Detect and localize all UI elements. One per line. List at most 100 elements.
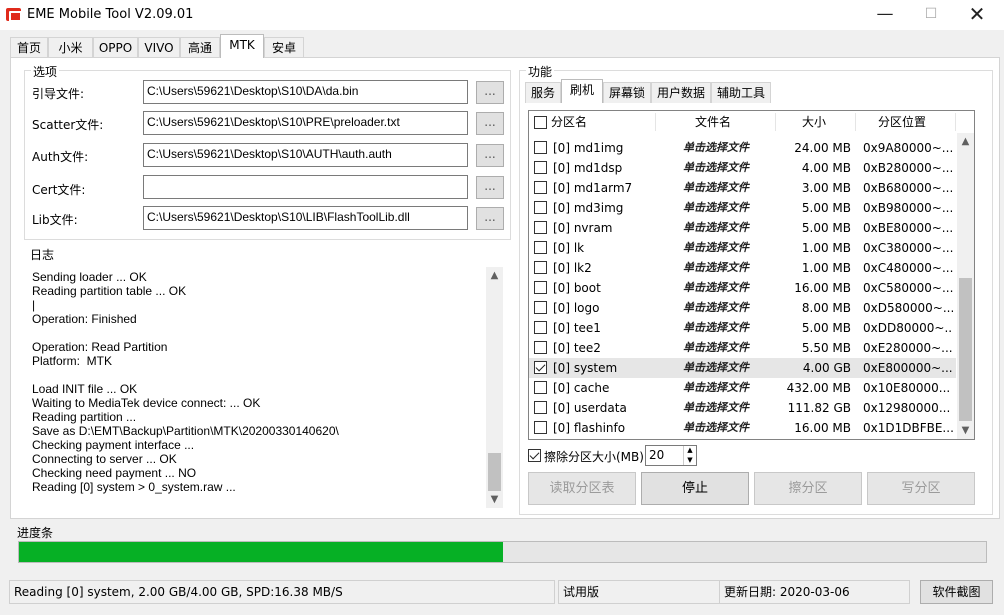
partition-scrollbar[interactable]: ▲ ▼ <box>957 133 974 439</box>
partition-row[interactable]: [0] logo 单击选择文件 8.00 MB 0xD580000~... <box>529 298 956 318</box>
tab-vivo[interactable]: VIVO <box>138 37 180 58</box>
maximize-button[interactable]: ☐ <box>908 0 954 30</box>
da-file-input[interactable]: C:\Users\59621\Desktop\S10\DA\da.bin <box>143 80 468 104</box>
partition-file[interactable]: 单击选择文件 <box>683 418 773 438</box>
partition-file[interactable]: 单击选择文件 <box>683 258 773 278</box>
erase-partition-button[interactable]: 擦分区 <box>754 472 862 505</box>
partition-checkbox[interactable] <box>534 361 547 374</box>
partition-file[interactable]: 单击选择文件 <box>683 238 773 258</box>
partition-file[interactable]: 单击选择文件 <box>683 158 773 178</box>
partition-checkbox[interactable] <box>534 241 547 254</box>
write-partition-button[interactable]: 写分区 <box>867 472 975 505</box>
partition-file[interactable]: 单击选择文件 <box>683 138 773 158</box>
select-all-checkbox[interactable] <box>534 116 547 129</box>
scroll-up-icon[interactable]: ▲ <box>486 267 503 284</box>
tab-screen-lock[interactable]: 屏幕锁 <box>603 82 651 103</box>
partition-row[interactable]: [0] md1arm7 单击选择文件 3.00 MB 0xB680000~... <box>529 178 956 198</box>
partition-checkbox[interactable] <box>534 281 547 294</box>
log-textarea[interactable]: Sending loader ... OK Reading partition … <box>24 263 504 511</box>
partition-file[interactable]: 单击选择文件 <box>683 178 773 198</box>
partition-row[interactable]: [0] md3img 单击选择文件 5.00 MB 0xB980000~... <box>529 198 956 218</box>
partition-row[interactable]: [0] lk2 单击选择文件 1.00 MB 0xC480000~... <box>529 258 956 278</box>
partition-checkbox[interactable] <box>534 201 547 214</box>
partition-file[interactable]: 单击选择文件 <box>683 198 773 218</box>
partition-size: 24.00 MB <box>794 141 851 155</box>
partition-file[interactable]: 单击选择文件 <box>683 378 773 398</box>
partition-file[interactable]: 单击选择文件 <box>683 278 773 298</box>
partition-checkbox[interactable] <box>534 221 547 234</box>
tab-mtk[interactable]: MTK <box>220 34 264 58</box>
column-header-partition[interactable]: 分区名 <box>551 111 588 133</box>
column-header-size[interactable]: 大小 <box>802 111 827 133</box>
partition-row[interactable]: [0] flashinfo 单击选择文件 16.00 MB 0x1D1DBFBE... <box>529 418 956 438</box>
partition-checkbox[interactable] <box>534 141 547 154</box>
erase-size-value[interactable]: 20 <box>649 448 664 462</box>
partition-checkbox[interactable] <box>534 401 547 414</box>
tab-android[interactable]: 安卓 <box>264 37 304 58</box>
lib-browse-button[interactable]: ... <box>476 207 504 230</box>
partition-file[interactable]: 单击选择文件 <box>683 218 773 238</box>
partition-name: [0] md3img <box>553 201 624 215</box>
partition-checkbox[interactable] <box>534 301 547 314</box>
partition-checkbox[interactable] <box>534 261 547 274</box>
auth-browse-button[interactable]: ... <box>476 144 504 167</box>
partition-row[interactable]: [0] userdata 单击选择文件 111.82 GB 0x12980000... <box>529 398 956 418</box>
partition-location: 0xC480000~... <box>863 261 953 275</box>
log-scroll-thumb[interactable] <box>488 453 501 491</box>
partition-scroll-up-icon[interactable]: ▲ <box>957 133 974 150</box>
partition-row[interactable]: [0] boot 单击选择文件 16.00 MB 0xC580000~... <box>529 278 956 298</box>
cert-file-input[interactable] <box>143 175 468 199</box>
partition-row[interactable]: [0] md1dsp 单击选择文件 4.00 MB 0xB280000~... <box>529 158 956 178</box>
partition-checkbox[interactable] <box>534 161 547 174</box>
partition-checkbox[interactable] <box>534 421 547 434</box>
tab-qualcomm[interactable]: 高通 <box>180 37 220 58</box>
tab-aux-tools[interactable]: 辅助工具 <box>711 82 771 103</box>
tab-xiaomi[interactable]: 小米 <box>48 37 93 58</box>
partition-checkbox[interactable] <box>534 321 547 334</box>
partition-scroll-thumb[interactable] <box>959 278 972 421</box>
erase-size-checkbox[interactable] <box>528 449 541 462</box>
partition-location: 0xC380000~... <box>863 241 953 255</box>
scatter-file-input[interactable]: C:\Users\59621\Desktop\S10\PRE\preloader… <box>143 111 468 135</box>
partition-file[interactable]: 单击选择文件 <box>683 358 773 378</box>
scatter-browse-button[interactable]: ... <box>476 112 504 135</box>
partition-checkbox[interactable] <box>534 181 547 194</box>
partition-file[interactable]: 单击选择文件 <box>683 298 773 318</box>
auth-file-input[interactable]: C:\Users\59621\Desktop\S10\AUTH\auth.aut… <box>143 143 468 167</box>
software-screenshot-button[interactable]: 软件截图 <box>920 580 993 604</box>
cert-browse-button[interactable]: ... <box>476 176 504 199</box>
tab-flash[interactable]: 刷机 <box>561 79 603 103</box>
partition-row[interactable]: [0] lk 单击选择文件 1.00 MB 0xC380000~... <box>529 238 956 258</box>
stop-button[interactable]: 停止 <box>641 472 749 505</box>
partition-row[interactable]: [0] system 单击选择文件 4.00 GB 0xE800000~... <box>529 358 956 378</box>
partition-row[interactable]: [0] nvram 单击选择文件 5.00 MB 0xBE80000~... <box>529 218 956 238</box>
log-scrollbar[interactable]: ▲ ▼ <box>486 267 503 508</box>
read-partition-table-button[interactable]: 读取分区表 <box>528 472 636 505</box>
partition-file[interactable]: 单击选择文件 <box>683 338 773 358</box>
da-browse-button[interactable]: ... <box>476 81 504 104</box>
lib-file-input[interactable]: C:\Users\59621\Desktop\S10\LIB\FlashTool… <box>143 206 468 230</box>
partition-row[interactable]: [0] tee1 单击选择文件 5.00 MB 0xDD80000~... <box>529 318 956 338</box>
partition-file[interactable]: 单击选择文件 <box>683 398 773 418</box>
partition-list[interactable]: 分区名 文件名 大小 分区位置 [0] md1img 单击选择文件 24.00 MB… <box>528 110 975 440</box>
partition-row[interactable]: [0] cache 单击选择文件 432.00 MB 0x10E80000... <box>529 378 956 398</box>
partition-checkbox[interactable] <box>534 381 547 394</box>
tab-oppo[interactable]: OPPO <box>93 37 138 58</box>
spin-up-icon[interactable]: ▲ <box>683 446 696 455</box>
column-header-location[interactable]: 分区位置 <box>878 111 927 133</box>
tab-service[interactable]: 服务 <box>525 82 561 103</box>
spin-down-icon[interactable]: ▼ <box>683 455 696 465</box>
partition-row[interactable]: [0] md1img 单击选择文件 24.00 MB 0x9A80000~... <box>529 138 956 158</box>
minimize-button[interactable]: — <box>862 0 908 30</box>
partition-scroll-down-icon[interactable]: ▼ <box>957 422 974 439</box>
partition-file[interactable]: 单击选择文件 <box>683 318 773 338</box>
partition-checkbox[interactable] <box>534 341 547 354</box>
tab-user-data[interactable]: 用户数据 <box>651 82 711 103</box>
column-header-file[interactable]: 文件名 <box>695 111 732 133</box>
erase-size-spinner[interactable]: 20 ▲ ▼ <box>645 445 697 466</box>
partition-size: 1.00 MB <box>801 241 851 255</box>
close-button[interactable]: ✕ <box>954 0 1000 30</box>
partition-row[interactable]: [0] tee2 单击选择文件 5.50 MB 0xE280000~... <box>529 338 956 358</box>
tab-home[interactable]: 首页 <box>10 37 48 58</box>
scroll-down-icon[interactable]: ▼ <box>486 491 503 508</box>
